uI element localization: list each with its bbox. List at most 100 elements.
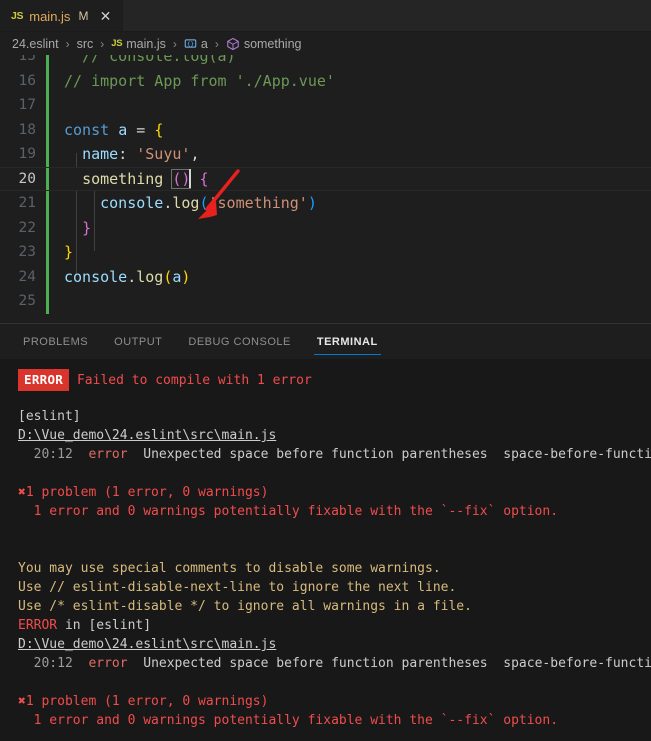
- code-text: // console.log(a): [49, 55, 236, 65]
- vscode-window: JS main.js M ✕ 24.eslint › src › JS main…: [0, 0, 651, 741]
- terminal-text: Use // eslint-disable-next-line to ignor…: [18, 580, 457, 595]
- code-line[interactable]: 15 // console.log(a): [0, 55, 651, 69]
- code-line[interactable]: 18 const a = {: [0, 117, 651, 142]
- git-modified-gutter-marker: [46, 93, 49, 118]
- file-path-link[interactable]: D:\Vue_demo\24.eslint\src\main.js: [18, 428, 276, 443]
- code-line[interactable]: 24 console.log(a): [0, 264, 651, 289]
- breadcrumb-item-file-main-js[interactable]: JS main.js: [110, 37, 167, 51]
- line-number: 15: [18, 55, 36, 65]
- terminal-line: [eslint]: [18, 407, 651, 426]
- variable-icon: {}: [184, 37, 197, 50]
- code-token: const: [64, 120, 110, 139]
- code-text: }: [49, 219, 91, 237]
- terminal-text: Unexpected space before function parenth…: [127, 656, 488, 671]
- line-number: 22: [18, 219, 36, 236]
- panel-tab-output[interactable]: OUTPUT: [111, 324, 165, 359]
- terminal-text: [eslint]: [18, 409, 81, 424]
- line-number: 21: [18, 195, 36, 212]
- code-token: :: [118, 145, 128, 164]
- terminal-line: 1 error and 0 warnings potentially fixab…: [18, 711, 651, 730]
- code-text: // import App from './App.vue': [49, 72, 335, 90]
- bottom-panel: PROBLEMS OUTPUT DEBUG CONSOLE TERMINAL E…: [0, 323, 651, 741]
- code-token: .: [127, 267, 137, 286]
- terminal-line: 1 error and 0 warnings potentially fixab…: [18, 502, 651, 521]
- code-token: }: [82, 218, 92, 237]
- code-line[interactable]: 22 }: [0, 215, 651, 240]
- breadcrumb-separator: ›: [65, 36, 70, 51]
- panel-tab-problems[interactable]: PROBLEMS: [20, 324, 91, 359]
- close-icon[interactable]: ✕: [97, 9, 113, 23]
- code-line[interactable]: 17: [0, 93, 651, 118]
- terminal-output[interactable]: ERROR Failed to compile with 1 error [es…: [0, 359, 651, 741]
- code-token: =: [136, 120, 146, 139]
- code-line[interactable]: 20 something () {: [0, 166, 651, 191]
- terminal-text: space-before-function-paren: [503, 447, 651, 462]
- code-line[interactable]: 21 console.log('something'): [0, 191, 651, 216]
- terminal-line: 20:12 error Unexpected space before func…: [18, 445, 651, 464]
- code-editor[interactable]: 15 // console.log(a) 16 // import App from…: [0, 55, 651, 323]
- terminal-text: 1 error and 0 warnings potentially fixab…: [18, 713, 559, 728]
- panel-tab-debug-console[interactable]: DEBUG CONSOLE: [185, 324, 293, 359]
- editor-tab-bar: JS main.js M ✕: [0, 0, 651, 32]
- breadcrumb: 24.eslint › src › JS main.js › {} a › so…: [0, 32, 651, 55]
- editor-tab-main-js[interactable]: JS main.js M ✕: [0, 0, 125, 31]
- code-token: something: [82, 170, 164, 189]
- terminal-text: 1 problem (1 error, 0 warnings): [25, 485, 269, 500]
- line-number: 24: [18, 268, 36, 285]
- line-number: 16: [18, 72, 36, 89]
- js-file-icon: JS: [111, 38, 123, 49]
- line-number: 18: [18, 121, 36, 138]
- code-text: console.log('something'): [49, 194, 317, 212]
- terminal-text: in [eslint]: [57, 618, 152, 633]
- line-number: 17: [18, 97, 36, 114]
- code-token: 'Suyu': [136, 145, 191, 164]
- code-token: log: [172, 194, 200, 213]
- code-token: ): [181, 267, 191, 286]
- terminal-line: ✖1 problem (1 error, 0 warnings): [18, 483, 651, 502]
- code-token: // import App from './App.vue': [64, 71, 335, 90]
- line-number: 23: [18, 244, 36, 261]
- code-token: }: [64, 243, 74, 262]
- breadcrumb-label: src: [76, 36, 94, 51]
- code-line[interactable]: 25: [0, 289, 651, 314]
- code-token: console: [100, 194, 164, 213]
- terminal-line: ERROR in [eslint]: [18, 616, 651, 635]
- code-line[interactable]: 16 // import App from './App.vue': [0, 68, 651, 93]
- breadcrumb-item-symbol-something[interactable]: something: [225, 37, 303, 51]
- breadcrumb-item-folder-eslint[interactable]: 24.eslint: [11, 37, 60, 51]
- terminal-text: ✖: [18, 485, 26, 500]
- terminal-line: D:\Vue_demo\24.eslint\src\main.js: [18, 426, 651, 445]
- file-path-link[interactable]: D:\Vue_demo\24.eslint\src\main.js: [18, 637, 276, 652]
- terminal-text: Use /* eslint-disable */ to ignore all w…: [18, 599, 472, 614]
- line-number: 20: [18, 170, 36, 187]
- code-line[interactable]: 23}: [0, 240, 651, 265]
- terminal-line: Use // eslint-disable-next-line to ignor…: [18, 578, 651, 597]
- breadcrumb-item-symbol-a[interactable]: {} a: [183, 37, 209, 51]
- terminal-text: Failed to compile with 1 error: [69, 373, 312, 388]
- terminal-text: error: [88, 447, 128, 462]
- code-line[interactable]: 19 name: 'Suyu',: [0, 142, 651, 167]
- terminal-text: Unexpected space before function parenth…: [127, 447, 488, 462]
- tab-label: main.js: [29, 8, 71, 24]
- tab-bar-empty-area: [124, 0, 651, 31]
- terminal-text: space-before-function-paren: [503, 656, 651, 671]
- code-token: log: [136, 267, 164, 286]
- breadcrumb-item-folder-src[interactable]: src: [76, 37, 95, 51]
- panel-tab-terminal[interactable]: TERMINAL: [313, 324, 381, 359]
- terminal-line: D:\Vue_demo\24.eslint\src\main.js: [18, 635, 651, 654]
- terminal-text: error: [88, 656, 128, 671]
- breadcrumb-separator: ›: [100, 36, 105, 51]
- code-token: ,: [190, 145, 200, 164]
